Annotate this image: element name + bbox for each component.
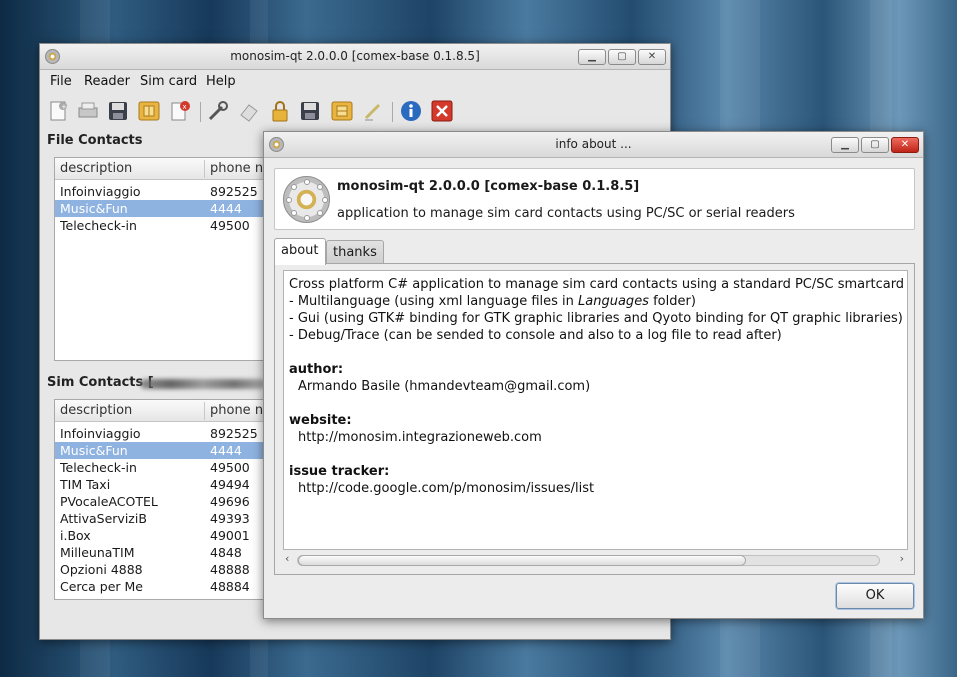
about-tab-panel: Cross platform C# application to manage … (274, 263, 915, 575)
close-button[interactable]: ✕ (891, 137, 919, 153)
cell-description: Opzioni 4888 (60, 562, 143, 577)
cell-description: Telecheck-in (60, 460, 137, 475)
cell-phone: 892525 (210, 184, 258, 199)
about-text-area[interactable]: Cross platform C# application to manage … (283, 270, 908, 550)
file-contacts-label: File Contacts (47, 133, 143, 148)
save-sim-icon[interactable] (298, 99, 322, 123)
column-divider[interactable] (204, 402, 205, 420)
scroll-track[interactable] (297, 555, 880, 566)
cell-phone: 49500 (210, 218, 250, 233)
cell-phone: 4444 (210, 201, 242, 216)
maximize-button[interactable]: ▢ (608, 49, 636, 65)
minimize-button[interactable]: ▁ (578, 49, 606, 65)
about-line: - Gui (using GTK# binding for GTK graphi… (289, 311, 903, 326)
info-dialog: info about ... ▁ ▢ ✕ monosim-qt 2.0.0.0 … (263, 131, 924, 619)
column-header-description[interactable]: description (60, 403, 132, 418)
pen-icon[interactable] (361, 99, 385, 123)
close-icon: ✕ (900, 139, 910, 150)
about-app-description: application to manage sim card contacts … (337, 206, 795, 221)
about-header: monosim-qt 2.0.0.0 [comex-base 0.1.8.5] … (274, 168, 915, 230)
minimize-icon: ▁ (841, 139, 849, 150)
minimize-icon: ▁ (588, 51, 596, 62)
about-line: Cross platform C# application to manage … (289, 277, 908, 292)
cell-description: Music&Fun (60, 201, 128, 216)
main-titlebar[interactable]: monosim-qt 2.0.0.0 [comex-base 0.1.8.5] … (40, 44, 670, 70)
tab-thanks[interactable]: thanks (326, 240, 384, 263)
settings-wrench-icon[interactable] (206, 99, 230, 123)
toolbar: + x (40, 96, 670, 128)
cell-description: Music&Fun (60, 443, 128, 458)
website-label: website: (289, 413, 352, 428)
sim-contacts-label: Sim Contacts [ (47, 375, 154, 390)
info-icon[interactable] (399, 99, 423, 123)
redacted-sim-id (140, 379, 265, 389)
cell-description: Telecheck-in (60, 218, 137, 233)
cell-phone: 49393 (210, 511, 250, 526)
cell-phone: 49696 (210, 494, 250, 509)
cell-phone: 892525 (210, 426, 258, 441)
cell-description: Infoinviaggio (60, 184, 141, 199)
maximize-icon: ▢ (617, 51, 627, 62)
save-icon[interactable] (106, 99, 130, 123)
horizontal-scrollbar[interactable]: ‹ › (283, 552, 908, 568)
maximize-button[interactable]: ▢ (861, 137, 889, 153)
cell-description: PVocaleACOTEL (60, 494, 158, 509)
menu-reader[interactable]: Reader (84, 74, 130, 89)
cell-phone: 48888 (210, 562, 250, 577)
close-button[interactable]: ✕ (638, 49, 666, 65)
cell-description: AttivaServiziB (60, 511, 147, 526)
sim-write-icon[interactable] (330, 99, 354, 123)
menu-file[interactable]: File (50, 74, 72, 89)
cell-phone: 49500 (210, 460, 250, 475)
scroll-left-icon[interactable]: ‹ (285, 552, 289, 565)
tab-about[interactable]: about (274, 238, 326, 265)
toolbar-separator (200, 102, 201, 122)
close-red-icon[interactable] (430, 99, 454, 123)
issue-tracker-value: http://code.google.com/p/monosim/issues/… (298, 481, 595, 496)
cell-phone: 49001 (210, 528, 250, 543)
svg-text:x: x (183, 103, 187, 111)
website-value: http://monosim.integrazioneweb.com (298, 430, 542, 445)
svg-text:+: + (61, 103, 67, 111)
scroll-right-icon[interactable]: › (900, 552, 904, 565)
cell-description: Cerca per Me (60, 579, 144, 594)
sim-card-icon[interactable] (137, 99, 161, 123)
cell-phone: 4848 (210, 545, 242, 560)
eraser-icon[interactable] (237, 99, 261, 123)
monosim-logo-icon (283, 176, 330, 223)
main-window-title: monosim-qt 2.0.0.0 [comex-base 0.1.8.5] (230, 49, 480, 63)
issue-tracker-label: issue tracker: (289, 464, 390, 479)
cell-phone: 48884 (210, 579, 250, 594)
cell-description: TIM Taxi (60, 477, 111, 492)
new-contact-icon[interactable]: + (46, 99, 70, 123)
column-divider[interactable] (204, 160, 205, 178)
minimize-button[interactable]: ▁ (831, 137, 859, 153)
author-label: author: (289, 362, 344, 377)
cell-phone: 4444 (210, 443, 242, 458)
menu-help[interactable]: Help (206, 74, 236, 89)
cell-description: MilleunaTIM (60, 545, 135, 560)
ok-button[interactable]: OK (836, 583, 914, 609)
print-icon[interactable] (76, 99, 100, 123)
close-icon: ✕ (647, 51, 657, 62)
menu-sim-card[interactable]: Sim card (140, 74, 197, 89)
cell-description: i.Box (60, 528, 91, 543)
cell-phone: 49494 (210, 477, 250, 492)
delete-contact-icon[interactable]: x (168, 99, 192, 123)
dialog-title: info about ... (555, 137, 632, 151)
menubar: File Reader Sim card Help (40, 70, 670, 94)
author-value: Armando Basile (hmandevteam@gmail.com) (298, 379, 591, 394)
about-app-name: monosim-qt 2.0.0.0 [comex-base 0.1.8.5] (337, 179, 640, 194)
about-line: - Multilanguage (using xml language file… (289, 294, 696, 309)
cell-description: Infoinviaggio (60, 426, 141, 441)
lock-icon[interactable] (268, 99, 292, 123)
scroll-thumb[interactable] (298, 555, 746, 566)
toolbar-separator (392, 102, 393, 122)
about-line: - Debug/Trace (can be sended to console … (289, 328, 782, 343)
column-header-description[interactable]: description (60, 161, 132, 176)
maximize-icon: ▢ (870, 139, 880, 150)
dialog-titlebar[interactable]: info about ... ▁ ▢ ✕ (264, 132, 923, 158)
